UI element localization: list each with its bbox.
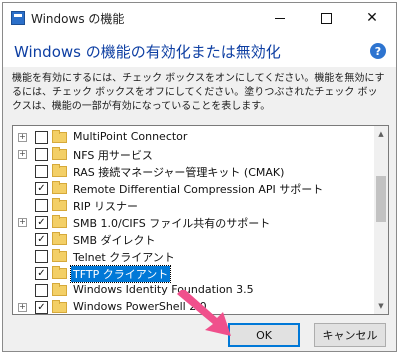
folder-icon xyxy=(52,130,67,143)
feature-label: RAS 接続マネージャー管理キット (CMAK) xyxy=(73,166,285,179)
feature-row[interactable]: + NFS 用サービス xyxy=(13,146,373,163)
minimize-icon xyxy=(275,17,285,19)
expand-icon[interactable]: + xyxy=(18,133,27,142)
feature-checkbox[interactable] xyxy=(35,199,48,212)
title-bar: Windows の機能 ✕ xyxy=(3,3,396,33)
folder-icon xyxy=(52,181,67,194)
feature-row[interactable]: ✓ SMB ダイレクト xyxy=(13,231,373,248)
feature-label: RIP リスナー xyxy=(73,200,139,213)
folder-icon xyxy=(52,283,67,296)
feature-checkbox[interactable] xyxy=(35,131,48,144)
feature-row[interactable]: + ✓ Windows PowerShell 2.0 xyxy=(13,299,373,314)
folder-icon xyxy=(52,249,67,262)
folder-icon xyxy=(52,300,67,313)
close-button[interactable]: ✕ xyxy=(350,3,394,33)
feature-label: Windows Identity Foundation 3.5 xyxy=(73,283,254,296)
feature-label: NFS 用サービス xyxy=(73,149,153,162)
feature-checkbox[interactable]: ✓ xyxy=(35,182,48,195)
window-app-icon xyxy=(11,11,25,25)
feature-checkbox[interactable] xyxy=(35,284,48,297)
feature-label: MultiPoint Connector xyxy=(73,130,188,143)
feature-checkbox[interactable]: ✓ xyxy=(35,233,48,246)
description-text: 機能を有効にするには、チェック ボックスをオンにしてください。機能を無効にするに… xyxy=(12,73,385,112)
feature-checkbox[interactable]: ✓ xyxy=(35,267,48,280)
feature-checkbox[interactable]: ✓ xyxy=(35,301,48,314)
folder-icon xyxy=(52,147,67,160)
expand-icon[interactable]: + xyxy=(18,218,27,227)
vertical-scrollbar[interactable]: ▲ ▼ xyxy=(374,126,388,314)
maximize-icon xyxy=(320,12,332,24)
window-title: Windows の機能 xyxy=(31,12,125,26)
feature-checkbox[interactable] xyxy=(35,250,48,263)
folder-icon xyxy=(52,198,67,211)
feature-checkbox[interactable] xyxy=(35,148,48,161)
feature-row[interactable]: ✓ TFTP クライアント xyxy=(13,265,373,283)
folder-icon xyxy=(52,164,67,177)
feature-row[interactable]: ✓ Remote Differential Compression API サポー… xyxy=(13,180,373,197)
features-tree[interactable]: + ✓ Windows PowerShell 2.0 Windows Identity… xyxy=(12,125,389,315)
expand-icon[interactable]: + xyxy=(18,150,27,159)
scroll-thumb[interactable] xyxy=(376,176,386,222)
help-icon[interactable]: ? xyxy=(370,43,386,59)
folder-icon xyxy=(52,215,67,228)
feature-row[interactable]: RAS 接続マネージャー管理キット (CMAK) xyxy=(13,163,373,180)
scroll-up-icon[interactable]: ▲ xyxy=(374,126,388,142)
feature-checkbox[interactable]: ✓ xyxy=(35,216,48,229)
heading-row: Windows の機能の有効化または無効化 ? xyxy=(3,33,396,67)
expand-icon[interactable]: + xyxy=(18,303,27,312)
feature-label: Telnet クライアント xyxy=(73,251,175,264)
feature-label: Remote Differential Compression API サポート xyxy=(73,183,324,196)
feature-label: SMB 1.0/CIFS ファイル共有のサポート xyxy=(73,217,271,230)
feature-row[interactable]: Windows Identity Foundation 3.5 xyxy=(13,282,373,299)
feature-row[interactable]: RIP リスナー xyxy=(13,197,373,214)
feature-label: SMB ダイレクト xyxy=(73,234,156,247)
folder-icon xyxy=(52,232,67,245)
scroll-down-icon[interactable]: ▼ xyxy=(374,298,388,314)
page-title: Windows の機能の有効化または無効化 xyxy=(14,43,281,61)
windows-features-dialog: Windows の機能 ✕ Windows の機能の有効化または無効化 ? 機能… xyxy=(2,2,397,352)
close-icon: ✕ xyxy=(366,10,378,26)
feature-checkbox[interactable] xyxy=(35,165,48,178)
feature-row[interactable]: + ✓ SMB 1.0/CIFS ファイル共有のサポート xyxy=(13,214,373,231)
feature-label: Windows PowerShell 2.0 xyxy=(73,300,207,313)
maximize-button[interactable] xyxy=(304,3,348,33)
cancel-button[interactable]: キャンセル xyxy=(314,323,386,347)
feature-label: TFTP クライアント xyxy=(69,265,172,283)
ok-button[interactable]: OK xyxy=(228,323,300,347)
folder-icon xyxy=(52,266,67,279)
feature-row[interactable]: Telnet クライアント xyxy=(13,248,373,265)
feature-row[interactable]: + MultiPoint Connector xyxy=(13,129,373,146)
minimize-button[interactable] xyxy=(258,3,302,33)
